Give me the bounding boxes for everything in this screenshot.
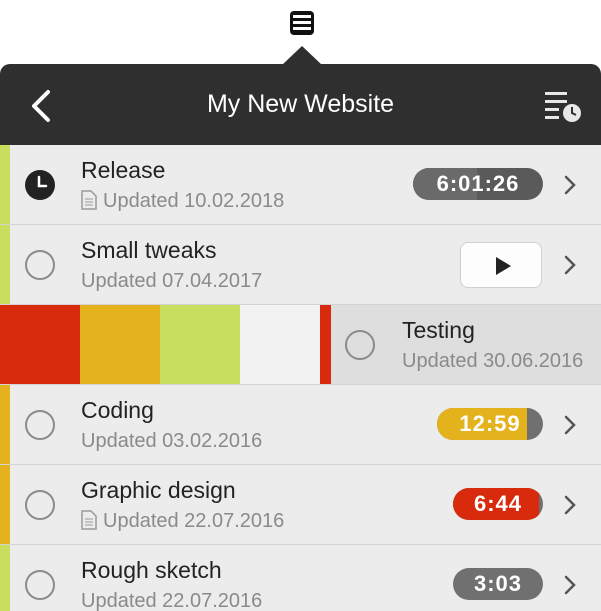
color-option-green[interactable] [160,305,240,384]
project-name: Graphic design [81,477,236,503]
color-option-yellow[interactable] [80,305,160,384]
project-row-testing[interactable]: Testing Updated 30.06.2016 [0,305,601,385]
play-icon [496,257,511,275]
project-name: Testing [402,317,475,343]
timer-badge[interactable]: 6:44 [453,488,543,520]
updated-date: Updated 22.07.2016 [81,590,263,611]
note-icon [81,510,97,530]
project-popover: My New Website Release Updated 10.02.201… [0,64,601,611]
idle-status-icon[interactable] [25,250,55,280]
idle-status-icon[interactable] [25,490,55,520]
swiped-row-content[interactable]: Testing Updated 30.06.2016 [331,305,601,384]
note-icon [81,190,97,210]
project-name: Release [81,157,166,183]
chevron-right-icon[interactable] [563,174,577,196]
updated-date: Updated 10.02.2018 [81,190,284,213]
project-name: Rough sketch [81,557,222,583]
idle-status-icon[interactable] [345,330,375,360]
color-option-none[interactable] [240,305,320,384]
project-row-small-tweaks[interactable]: Small tweaks Updated 07.04.2017 [0,225,601,305]
updated-date: Updated 07.04.2017 [81,270,263,292]
page-title: My New Website [206,90,395,118]
running-clock-icon[interactable] [24,169,56,201]
timer-badge[interactable]: 12:59 [437,408,543,440]
chevron-right-icon[interactable] [563,414,577,436]
idle-status-icon[interactable] [25,410,55,440]
color-stripe [320,305,331,384]
project-row-graphic-design[interactable]: Graphic design Updated 22.07.2016 6:44 [0,465,601,545]
color-stripe [0,465,10,544]
color-stripe [0,545,10,611]
chevron-right-icon[interactable] [563,494,577,516]
popover-arrow [282,46,322,65]
chevron-right-icon[interactable] [563,254,577,276]
chevron-right-icon[interactable] [563,574,577,596]
updated-date: Updated 22.07.2016 [81,510,284,533]
color-stripe [0,225,10,304]
color-options [0,305,331,384]
project-row-release[interactable]: Release Updated 10.02.2018 6:01:26 [0,145,601,225]
color-option-red[interactable] [0,305,80,384]
project-row-coding[interactable]: Coding Updated 03.02.2016 12:59 [0,385,601,465]
project-row-rough-sketch[interactable]: Rough sketch Updated 22.07.2016 3:03 [0,545,601,611]
project-name: Small tweaks [81,237,217,263]
header-bar: My New Website [0,64,601,145]
timer-badge[interactable]: 3:03 [453,568,543,600]
notebook-icon[interactable] [287,8,317,38]
play-button[interactable] [460,242,542,288]
project-name: Coding [81,397,154,423]
updated-date: Updated 03.02.2016 [81,430,263,452]
idle-status-icon[interactable] [25,570,55,600]
timer-badge[interactable]: 6:01:26 [413,168,543,200]
list-clock-icon[interactable] [543,88,583,124]
color-stripe [0,145,10,224]
updated-date: Updated 30.06.2016 [402,350,584,372]
color-stripe [0,385,10,464]
